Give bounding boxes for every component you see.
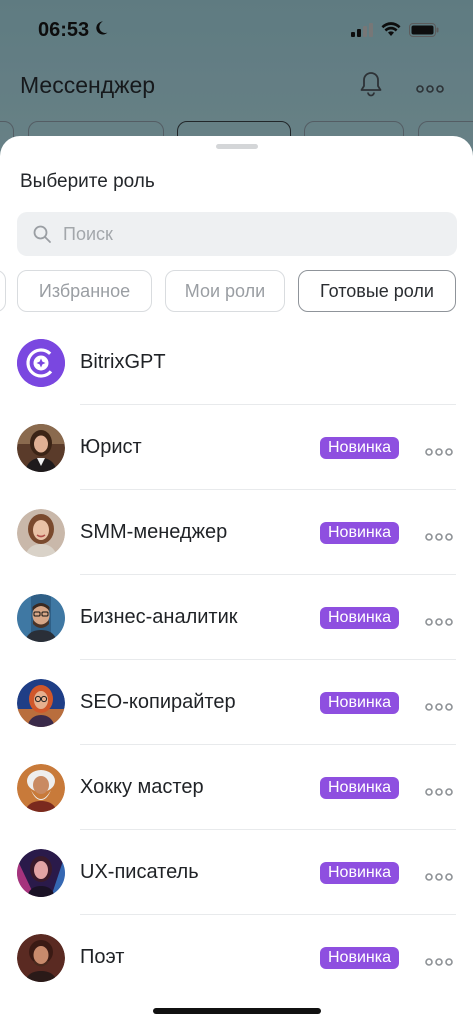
more-icon[interactable] [425, 528, 453, 546]
tab-label: Готовые роли [320, 280, 434, 301]
search-box[interactable] [17, 212, 457, 256]
role-name: SMM-менеджер [80, 521, 228, 543]
new-badge: Новинка [320, 522, 399, 544]
more-icon[interactable] [425, 953, 453, 971]
list-item[interactable]: SMM-менеджер Новинка [0, 490, 473, 575]
list-item[interactable]: Хокку мастер Новинка [0, 745, 473, 830]
more-icon[interactable] [425, 698, 453, 716]
role-name: BitrixGPT [80, 351, 166, 373]
smm-avatar-icon [17, 509, 65, 557]
home-indicator[interactable] [153, 1008, 321, 1014]
tab-my-roles[interactable]: Мои роли [165, 270, 285, 312]
poet-avatar-icon [17, 934, 65, 982]
new-badge: Новинка [320, 437, 399, 459]
new-badge: Новинка [320, 862, 399, 884]
ux-writer-avatar-icon [17, 849, 65, 897]
role-name: Хокку мастер [80, 776, 204, 798]
tab-hidden-left[interactable] [0, 270, 6, 312]
list-item[interactable]: Поэт Новинка [0, 915, 473, 1000]
role-list: BitrixGPT Юрист Новинка SMM-менеджер Нов… [0, 320, 473, 1000]
more-icon[interactable] [425, 443, 453, 461]
new-badge: Новинка [320, 692, 399, 714]
search-icon [32, 224, 52, 249]
tab-favorites[interactable]: Избранное [17, 270, 152, 312]
analyst-avatar-icon [17, 594, 65, 642]
more-icon[interactable] [425, 613, 453, 631]
new-badge: Новинка [320, 607, 399, 629]
list-item[interactable]: Бизнес-аналитик Новинка [0, 575, 473, 660]
role-tabs: Избранное Мои роли Готовые роли [0, 270, 473, 312]
sheet-title: Выберите роль [20, 171, 155, 192]
haiku-master-avatar-icon [17, 764, 65, 812]
search-input[interactable] [63, 212, 443, 256]
lawyer-avatar-icon [17, 424, 65, 472]
more-icon[interactable] [425, 783, 453, 801]
list-item[interactable]: Юрист Новинка [0, 405, 473, 490]
role-name: Поэт [80, 946, 125, 968]
list-item[interactable]: BitrixGPT [0, 320, 473, 405]
seo-avatar-icon [17, 679, 65, 727]
more-icon[interactable] [425, 868, 453, 886]
role-name: Юрист [80, 436, 142, 458]
list-item[interactable]: SEO-копирайтер Новинка [0, 660, 473, 745]
new-badge: Новинка [320, 947, 399, 969]
tab-ready-roles[interactable]: Готовые роли [298, 270, 456, 312]
new-badge: Новинка [320, 777, 399, 799]
bitrixgpt-logo-icon [17, 339, 65, 387]
role-picker-sheet: Выберите роль Избранное Мои роли Готовые… [0, 136, 473, 1024]
list-item[interactable]: UX-писатель Новинка [0, 830, 473, 915]
role-name: Бизнес-аналитик [80, 606, 238, 628]
sheet-grabber[interactable] [216, 144, 258, 149]
role-name: SEO-копирайтер [80, 691, 236, 713]
tab-label: Мои роли [184, 280, 266, 301]
role-name: UX-писатель [80, 861, 199, 883]
tab-label: Избранное [38, 280, 131, 301]
